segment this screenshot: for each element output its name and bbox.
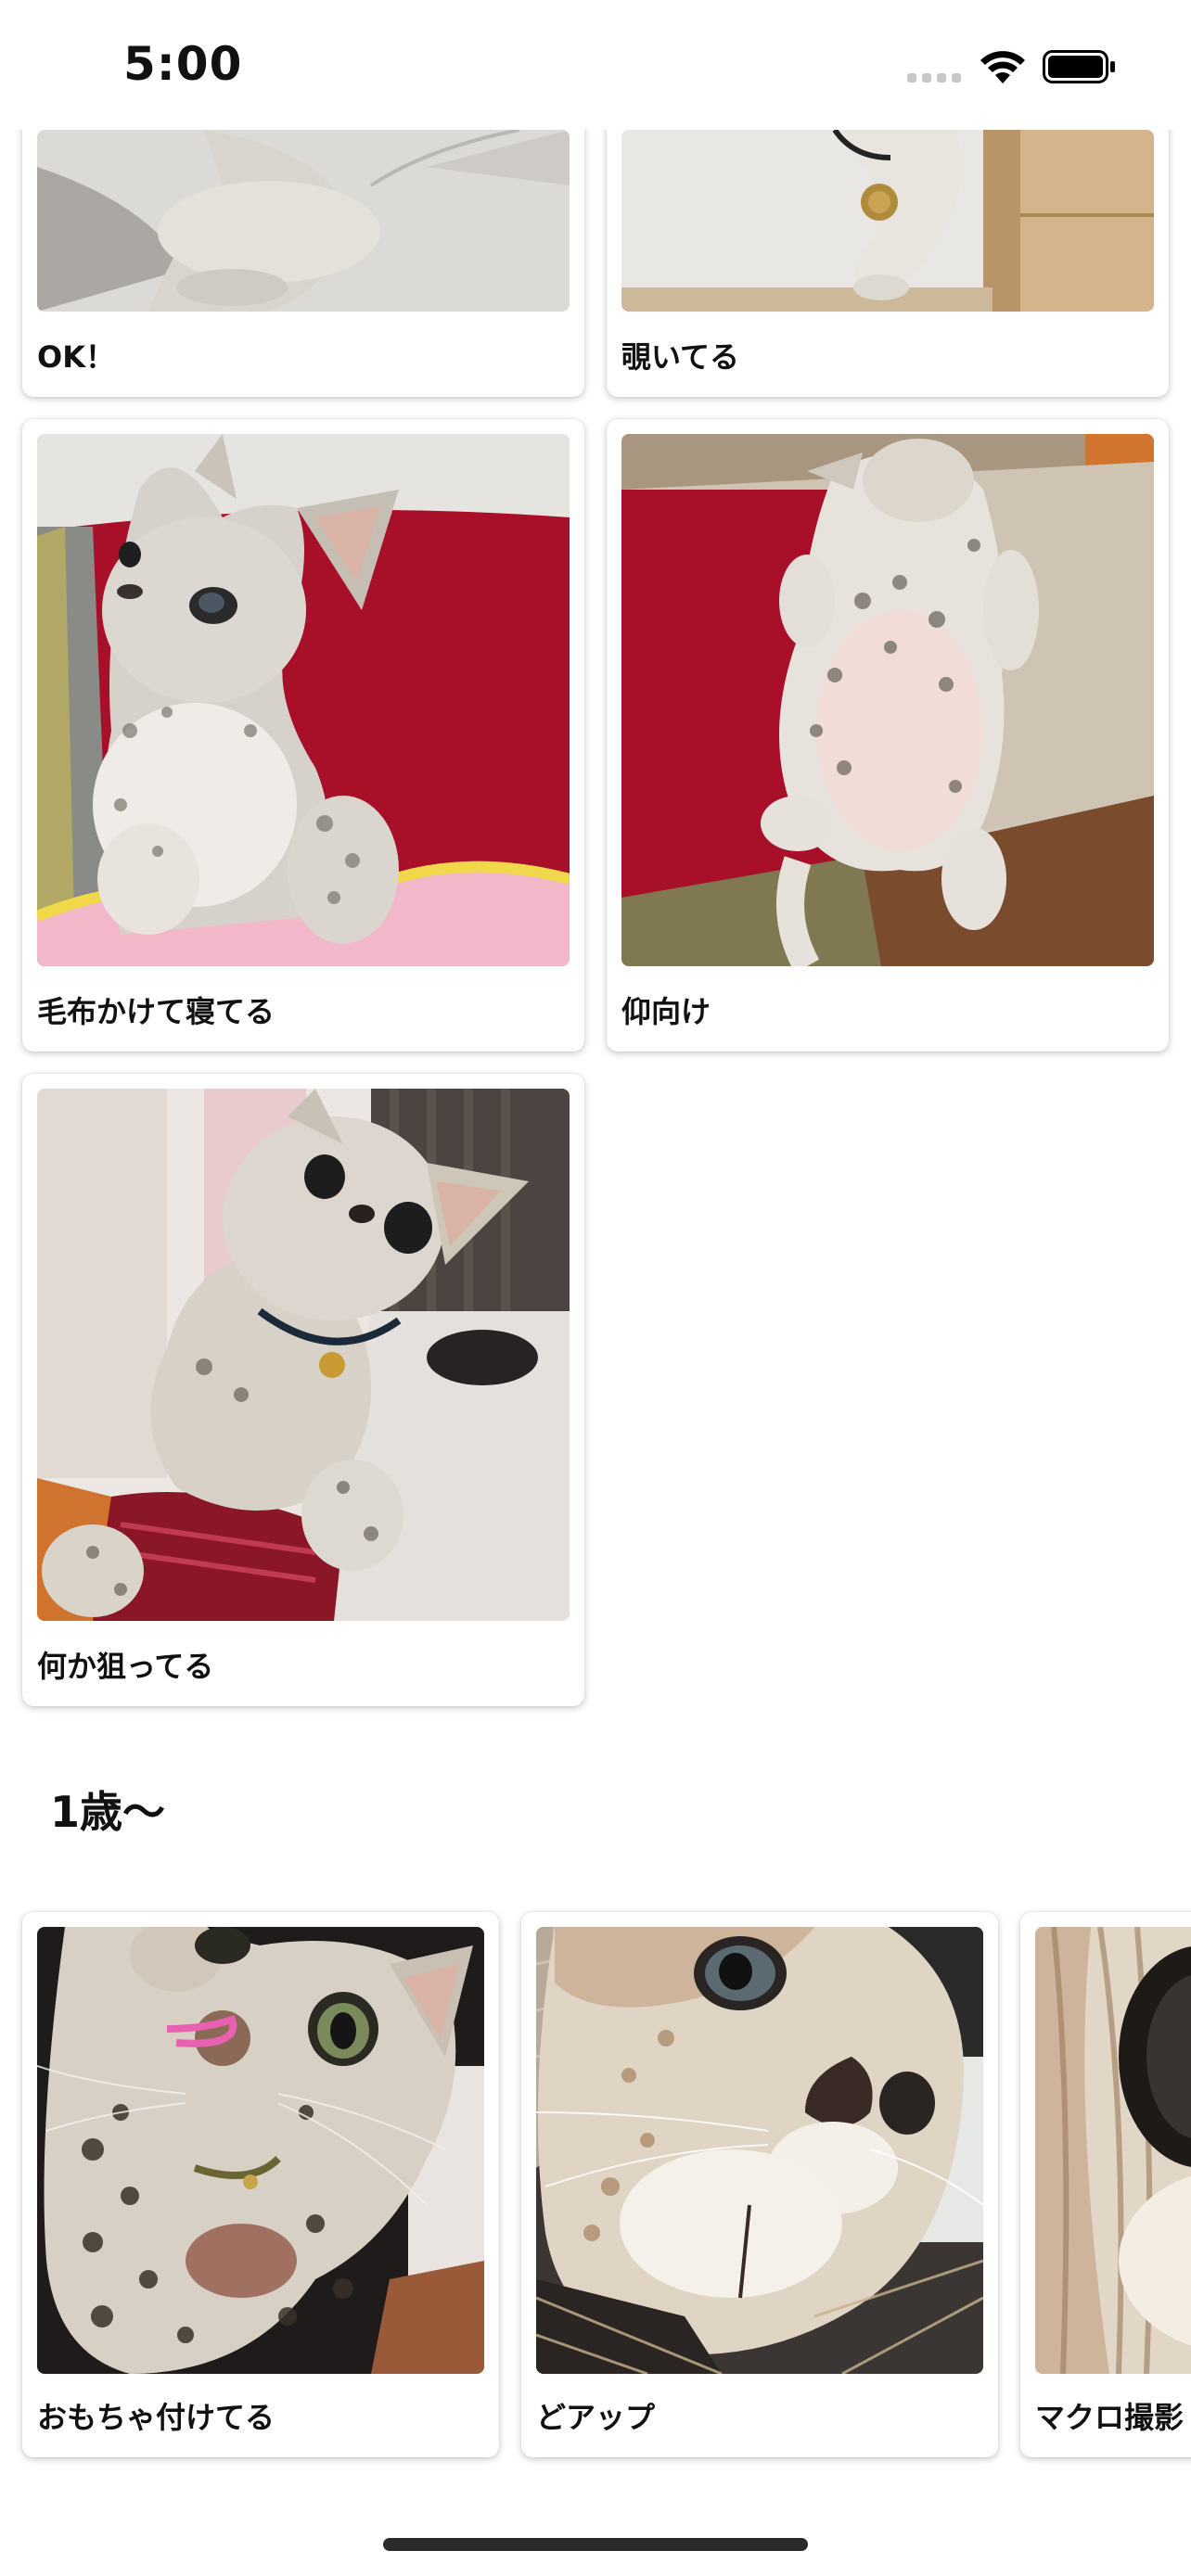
card-caption: OK！ <box>37 339 116 375</box>
photo-cat-on-back <box>621 434 1154 966</box>
card-caption: 何か狙ってる <box>37 1649 214 1684</box>
cellular-signal-icon <box>907 73 961 83</box>
card-caption: 覗いてる <box>621 339 740 375</box>
photo-cat-walking <box>37 130 570 312</box>
card-caption: どアップ <box>536 2400 656 2435</box>
photo-cat-with-toy <box>37 1927 484 2374</box>
wifi-icon <box>980 51 1025 83</box>
photo-cat-looking-up <box>37 1089 570 1621</box>
section-title: 1歳〜 <box>50 1787 166 1837</box>
carousel-card[interactable]: おもちゃ付けてる <box>22 1912 499 2457</box>
carousel-card[interactable]: どアップ <box>521 1912 998 2457</box>
photo-card[interactable]: 覗いてる <box>607 93 1169 397</box>
photo-cat-macro <box>1035 1927 1191 2374</box>
card-caption: マクロ撮影 <box>1035 2400 1185 2435</box>
photo-card[interactable]: 仰向け <box>607 419 1169 1052</box>
home-indicator[interactable] <box>383 2538 808 2551</box>
card-caption: 毛布かけて寝てる <box>37 994 275 1029</box>
carousel-card[interactable]: マクロ撮影 <box>1020 1912 1191 2457</box>
photo-cat-closeup <box>536 1927 983 2374</box>
battery-icon <box>1043 50 1115 83</box>
card-caption: 仰向け <box>621 994 711 1029</box>
card-caption: おもちゃ付けてる <box>37 2400 275 2435</box>
status-bar: 5:00 <box>0 0 1191 130</box>
photo-card[interactable]: 何か狙ってる <box>22 1074 584 1706</box>
photo-cat-on-sofa <box>37 434 570 966</box>
photo-card[interactable]: 毛布かけて寝てる <box>22 419 584 1052</box>
photo-card[interactable]: OK！ <box>22 93 584 397</box>
screen: 5:00 OK！ 覗いてる 毛布かけて寝てる 仰向け 何か狙ってる 1歳〜 おも… <box>0 0 1191 2576</box>
photo-cat-peeking <box>621 130 1154 312</box>
status-time: 5:00 <box>123 37 243 91</box>
